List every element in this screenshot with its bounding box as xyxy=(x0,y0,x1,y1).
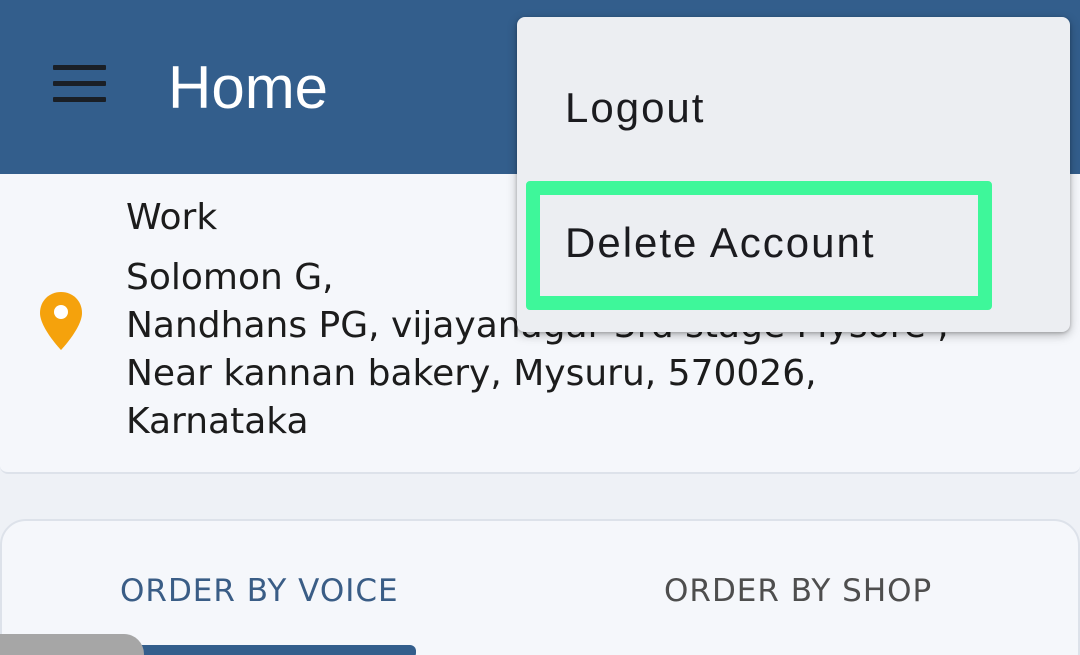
address-line: Solomon G, xyxy=(126,257,334,298)
hamburger-menu-icon[interactable] xyxy=(40,52,120,116)
address-line: Karnataka xyxy=(126,401,309,442)
location-pin-icon xyxy=(40,292,82,350)
page-title: Home xyxy=(168,54,329,121)
address-label: Work xyxy=(126,197,218,238)
menu-bar xyxy=(53,97,106,102)
menu-bar xyxy=(53,81,106,86)
menu-item-delete-account[interactable]: Delete Account xyxy=(517,179,1070,309)
order-tabs-card: ORDER BY VOICE ORDER BY SHOP xyxy=(0,519,1080,655)
menu-item-label: Logout xyxy=(565,84,706,131)
scroll-handle[interactable] xyxy=(0,634,144,655)
selected-tab-indicator xyxy=(124,645,416,655)
address-line: Near kannan bakery, Mysuru, 570026, xyxy=(126,353,817,394)
tab-order-by-voice[interactable]: ORDER BY VOICE xyxy=(120,569,399,613)
menu-item-label: Delete Account xyxy=(565,219,876,266)
menu-bar xyxy=(53,65,106,70)
tab-order-by-shop[interactable]: ORDER BY SHOP xyxy=(664,569,932,613)
overflow-menu: Logout Delete Account xyxy=(517,17,1070,332)
menu-item-logout[interactable]: Logout xyxy=(517,43,1070,173)
